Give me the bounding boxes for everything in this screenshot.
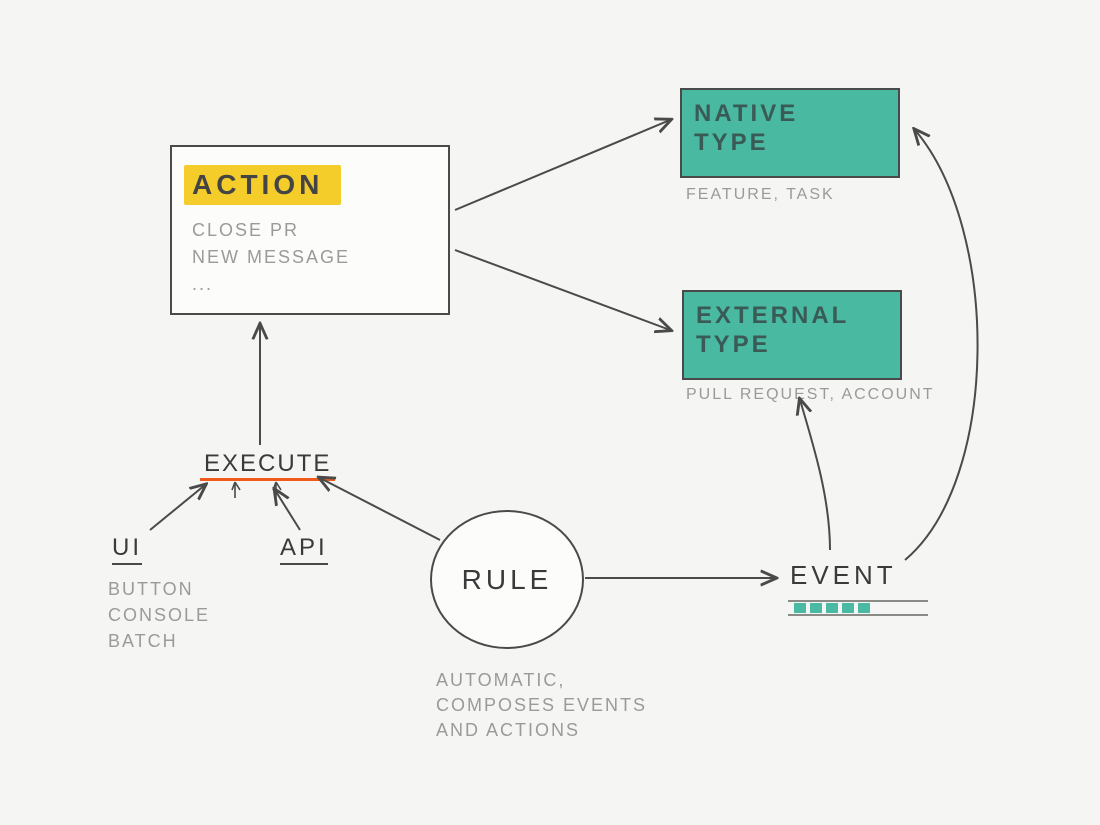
external-type-line2: TYPE: [696, 331, 888, 360]
rule-description: AUTOMATIC, COMPOSES EVENTS AND ACTIONS: [436, 668, 696, 744]
arrow-api-to-execute: [275, 490, 300, 530]
arrow-action-to-external: [455, 250, 670, 330]
rule-desc-line3: AND ACTIONS: [436, 718, 696, 743]
api-label: API: [280, 534, 328, 565]
execute-label: EXECUTE: [200, 450, 335, 481]
external-type-box: EXTERNAL TYPE: [682, 290, 902, 380]
arrow-event-to-native: [905, 130, 978, 560]
action-title: ACTION: [184, 165, 341, 205]
event-tick-icon: [842, 603, 854, 613]
rule-title: RULE: [462, 564, 553, 596]
event-label: EVENT: [790, 560, 897, 591]
ui-description: BUTTON CONSOLE BATCH: [108, 576, 210, 654]
action-example-3: ...: [192, 271, 350, 298]
native-type-examples: FEATURE, TASK: [686, 186, 835, 204]
rule-node: RULE: [430, 510, 584, 649]
action-example-2: NEW MESSAGE: [192, 244, 350, 271]
native-type-line1: NATIVE: [694, 100, 886, 129]
action-box: ACTION CLOSE PR NEW MESSAGE ...: [170, 145, 450, 315]
external-type-line1: EXTERNAL: [696, 302, 888, 331]
ui-desc-line3: BATCH: [108, 628, 210, 654]
arrow-ui-to-execute: [150, 485, 205, 530]
event-decorator: [788, 600, 928, 616]
arrow-event-to-external: [800, 400, 830, 550]
ui-desc-line2: CONSOLE: [108, 602, 210, 628]
event-tick-icon: [826, 603, 838, 613]
external-type-examples: PULL REQUEST, ACCOUNT: [686, 386, 935, 404]
arrow-execute-tick2: [273, 482, 281, 498]
native-type-line2: TYPE: [694, 129, 886, 158]
rule-desc-line2: COMPOSES EVENTS: [436, 693, 696, 718]
rule-desc-line1: AUTOMATIC,: [436, 668, 696, 693]
ui-desc-line1: BUTTON: [108, 576, 210, 602]
ui-label: UI: [112, 534, 142, 565]
native-type-box: NATIVE TYPE: [680, 88, 900, 178]
event-tick-icon: [810, 603, 822, 613]
arrow-action-to-native: [455, 120, 670, 210]
action-example-1: CLOSE PR: [192, 217, 350, 244]
action-examples: CLOSE PR NEW MESSAGE ...: [192, 217, 350, 298]
event-tick-icon: [794, 603, 806, 613]
arrow-execute-tick1: [232, 482, 240, 498]
event-tick-icon: [858, 603, 870, 613]
arrow-rule-to-execute: [320, 478, 440, 540]
diagram-canvas: ACTION CLOSE PR NEW MESSAGE ... NATIVE T…: [0, 0, 1100, 825]
